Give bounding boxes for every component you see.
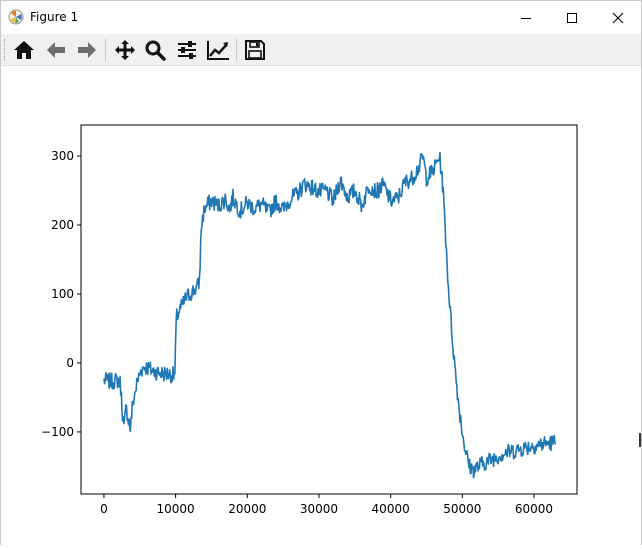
magnifier-icon: [145, 40, 166, 61]
sliders-icon: [178, 41, 196, 59]
maximize-icon: [567, 12, 577, 23]
arrow-right-icon: [78, 42, 96, 58]
x-tick-label: 30000: [300, 502, 338, 516]
close-icon: [612, 12, 624, 23]
navigation-toolbar: [1, 34, 641, 66]
figure-window: Figure 1 0 10000 20000 30000 40000 50000…: [0, 0, 642, 545]
matplotlib-icon: [8, 9, 24, 25]
title-bar[interactable]: Figure 1: [1, 1, 641, 34]
forward-button[interactable]: [75, 38, 99, 62]
figure-canvas[interactable]: 0 10000 20000 30000 40000 50000 60000 −100 0 100 2…: [1, 67, 641, 545]
window-title: Figure 1: [30, 10, 79, 24]
x-tick-label: 50000: [443, 502, 481, 516]
maximize-button[interactable]: [549, 1, 595, 34]
x-tick-label: 60000: [515, 502, 553, 516]
move-icon: [115, 40, 135, 60]
window-edge: [639, 433, 641, 447]
x-tick-label: 20000: [228, 502, 266, 516]
close-button[interactable]: [595, 1, 641, 34]
save-button[interactable]: [243, 38, 267, 62]
home-icon: [14, 41, 34, 59]
minimize-icon: [521, 17, 531, 19]
toolbar-separator: [105, 39, 106, 61]
pan-button[interactable]: [113, 38, 137, 62]
y-tick-label: 300: [51, 149, 74, 163]
arrow-left-icon: [47, 42, 65, 58]
zoom-button[interactable]: [143, 38, 167, 62]
axes-background[interactable]: [81, 125, 577, 494]
line-chart-icon: [207, 41, 229, 60]
edit-axes-button[interactable]: [206, 38, 230, 62]
y-tick-label: 200: [51, 218, 74, 232]
floppy-disk-icon: [245, 40, 265, 60]
y-tick-label: 0: [66, 356, 74, 370]
minimize-button[interactable]: [503, 1, 549, 34]
x-tick-label: 10000: [157, 502, 195, 516]
home-button[interactable]: [12, 38, 36, 62]
toolbar-separator: [236, 39, 237, 61]
y-tick-label: 100: [51, 287, 74, 301]
y-tick-label: −100: [41, 425, 74, 439]
toolbar-grip[interactable]: [4, 39, 7, 61]
x-tick-label: 0: [100, 502, 108, 516]
x-tick-label: 40000: [372, 502, 410, 516]
subplots-button[interactable]: [175, 38, 199, 62]
back-button[interactable]: [44, 38, 68, 62]
plot-svg[interactable]: 0 10000 20000 30000 40000 50000 60000 −100 0 100 2…: [1, 67, 641, 545]
